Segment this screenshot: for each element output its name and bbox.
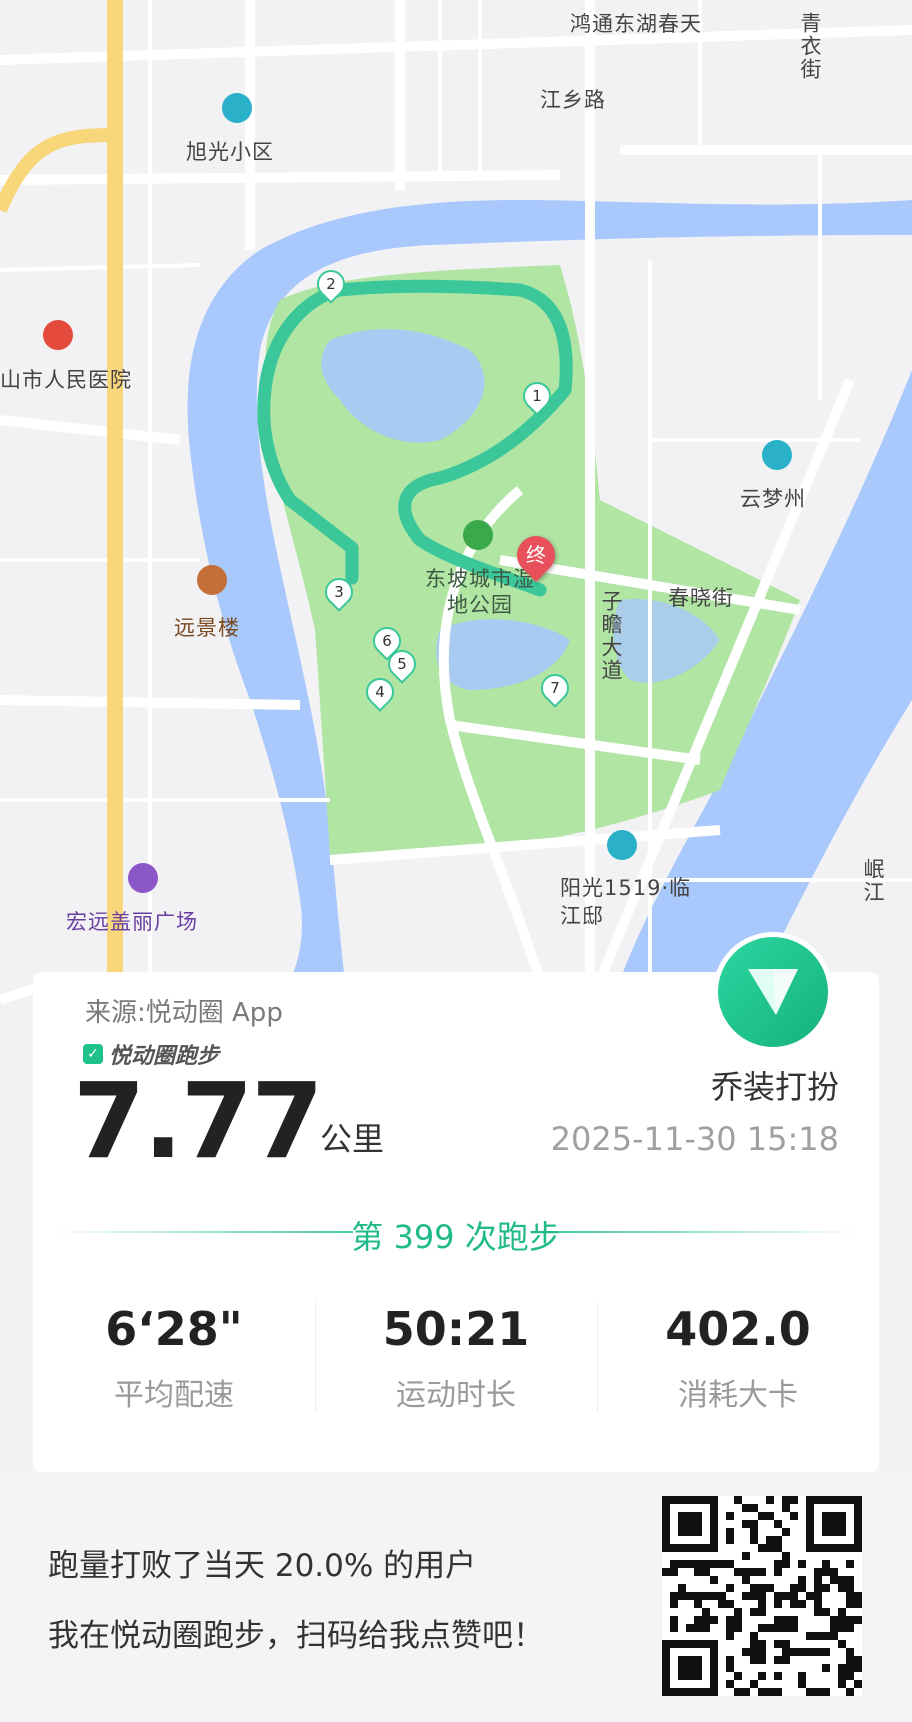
stat-value: 402.0 xyxy=(665,1302,811,1356)
run-summary-card: 来源:悦动圈 App ✓ 悦动圈跑步 7.77 公里 乔装打扮 2025-11-… xyxy=(33,932,879,1472)
username: 乔装打扮 xyxy=(710,1068,839,1106)
map-label-jiangxianglu: 江乡路 xyxy=(540,88,606,112)
stat-calories: 402.0 消耗大卡 xyxy=(597,1302,879,1414)
map-label-yuanjinglou: 远景楼 xyxy=(174,616,240,640)
run-count: 第 399 次跑步 xyxy=(351,1218,561,1256)
map-label-xuguang: 旭光小区 xyxy=(186,140,274,164)
stats-row: 6‘28" 平均配速 50:21 运动时长 402.0 消耗大卡 xyxy=(33,1302,879,1414)
source-label: 来源:悦动圈 App xyxy=(85,998,283,1028)
run-datetime: 2025-11-30 15:18 xyxy=(550,1120,839,1158)
map-label-hongyuan: 宏远盖丽广场 xyxy=(66,910,198,934)
km-marker-label: 3 xyxy=(334,583,344,601)
rank-text: 跑量打败了当天 20.0% 的用户 xyxy=(48,1548,477,1584)
distance-value: 7.77 xyxy=(73,1060,324,1182)
km-marker-label: 2 xyxy=(326,275,336,293)
end-marker-label: 终 xyxy=(526,543,546,567)
app-logo-icon xyxy=(713,932,833,1052)
share-prompt: 我在悦动圈跑步，扫码给我点赞吧！ xyxy=(48,1618,544,1654)
km-marker-label: 5 xyxy=(397,655,407,673)
qr-code[interactable] xyxy=(662,1496,862,1696)
map-label-zizhandadao: 子瞻大道 xyxy=(599,590,623,682)
stat-value: 6‘28" xyxy=(105,1302,243,1356)
distance-unit: 公里 xyxy=(320,1120,385,1158)
km-marker-label: 7 xyxy=(550,679,560,697)
run-count-divider: 第 399 次跑步 xyxy=(53,1212,859,1256)
stat-label: 消耗大卡 xyxy=(678,1378,798,1413)
map-label-yunmengzhou: 云梦州 xyxy=(740,487,806,511)
map-label-minjiang: 岷江 xyxy=(861,858,885,904)
km-marker-label: 4 xyxy=(375,683,385,701)
map-label-hospital: 山市人民医院 xyxy=(0,368,132,392)
end-marker: 终 xyxy=(509,528,563,582)
map-label-yangguang: 阳光1519·临江邸 xyxy=(560,876,692,928)
km-marker-label: 1 xyxy=(532,387,542,405)
share-footer: 跑量打败了当天 20.0% 的用户 我在悦动圈跑步，扫码给我点赞吧！ xyxy=(0,1472,912,1718)
qr-code-image xyxy=(662,1496,862,1696)
stat-pace: 6‘28" 平均配速 xyxy=(33,1302,315,1414)
stat-value: 50:21 xyxy=(382,1302,530,1356)
stat-duration: 50:21 运动时长 xyxy=(315,1302,597,1414)
map-label-hongtong: 鸿通东湖春天 xyxy=(570,12,702,36)
stat-label: 平均配速 xyxy=(114,1378,234,1413)
map-label-chunxiaojie: 春晓街 xyxy=(668,586,734,610)
km-marker-label: 6 xyxy=(382,632,392,650)
stat-label: 运动时长 xyxy=(396,1378,516,1413)
map-label-qingyijie: 青衣街 xyxy=(798,12,822,81)
